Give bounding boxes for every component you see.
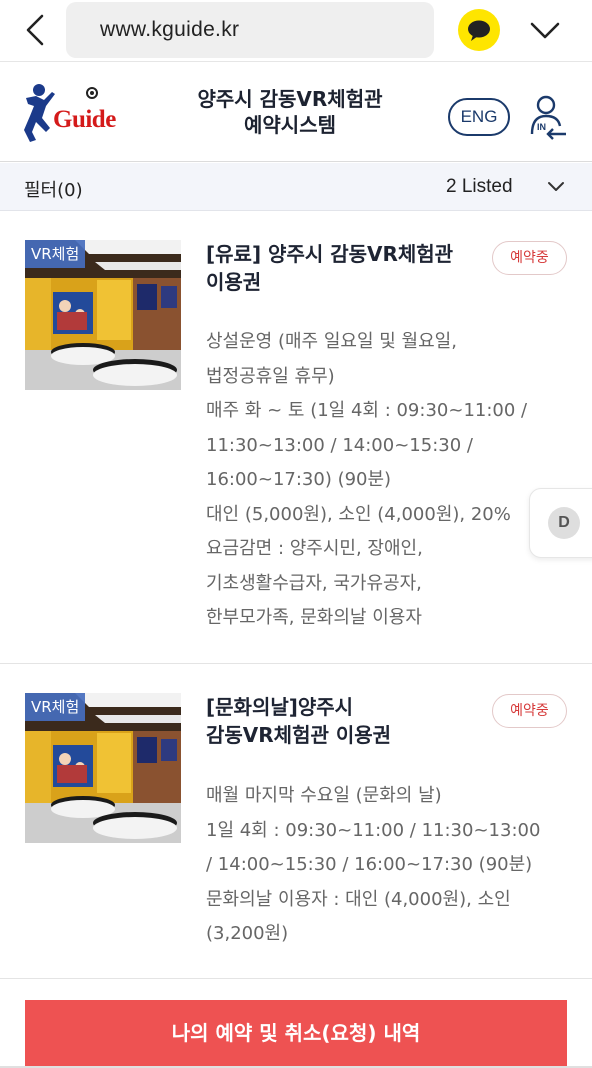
chevron-down-icon[interactable] (546, 179, 566, 195)
status-badge: 예약중 (492, 241, 567, 275)
description-line: 16:00~17:30) (90분) (206, 469, 392, 490)
page-title: 양주시 감동VR체험관 예약시스템 (150, 86, 430, 138)
description-line: 문화의날 이용자 : 대인 (4,000원), 소인 (206, 888, 511, 910)
description-line: 요금감면 : 양주시민, 장애인, (206, 538, 423, 559)
description-line: 1일 4회 : 09:30~11:00 / 11:30~13:00 (206, 819, 541, 841)
browser-bar: www.kguide.kr (0, 0, 592, 62)
my-reservations-button[interactable]: 나의 예약 및 취소(요청) 내역 (25, 1000, 567, 1066)
listing-title-line-1: [유료] 양주시 감동VR체험관 (206, 242, 454, 266)
url-text: www.kguide.kr (100, 18, 240, 41)
listing-title[interactable]: [유료] 양주시 감동VR체험관 이용권 (206, 240, 486, 296)
app-header: Guide 양주시 감동VR체험관 예약시스템 ENG IN (0, 62, 592, 162)
page-title-line-2: 예약시스템 (244, 113, 336, 137)
status-badge: 예약중 (492, 694, 567, 728)
description-line: 11:30~13:00 / 14:00~15:30 / (206, 434, 473, 456)
description-line: 기초생활수급자, 국가유공자, (206, 572, 422, 594)
category-badge: VR체험 (25, 240, 86, 268)
filter-bar: 필터(0) 2 Listed (0, 163, 592, 211)
page-title-line-1: 양주시 감동VR체험관 (197, 87, 383, 111)
side-tab-label: D (548, 507, 580, 539)
chevron-left-icon[interactable] (20, 12, 52, 48)
login-icon[interactable]: IN (528, 94, 570, 140)
description-line: / 14:00~15:30 / 16:00~17:30 (90분) (206, 854, 533, 875)
description-line: 매주 화 ~ 토 (1일 4회 : 09:30~11:00 / (206, 400, 528, 421)
chevron-down-icon[interactable] (528, 14, 562, 46)
listing-title-line-2: 감동VR체험관 이용권 (206, 723, 392, 747)
listing-thumbnail[interactable]: VR체험 (25, 240, 181, 390)
listing-thumbnail[interactable]: VR체험 (25, 693, 181, 843)
kguide-logo[interactable]: Guide (22, 82, 126, 144)
listing-title-line-1: [문화의날]양주시 (206, 695, 354, 719)
description-line: 매월 마지막 수요일 (문화의 날) (206, 785, 442, 806)
listing-title[interactable]: [문화의날]양주시 감동VR체험관 이용권 (206, 693, 486, 749)
listing-description: 상설운영 (매주 일요일 및 월요일, 법정공휴일 휴무) 매주 화 ~ 토 (… (206, 325, 546, 636)
listing-card[interactable]: VR체험 [유료] 양주시 감동VR체험관 이용권 예약중 상설운영 (매주 일… (0, 212, 592, 664)
floating-side-tab[interactable]: D (529, 488, 592, 558)
language-button[interactable]: ENG (448, 98, 510, 136)
listed-count[interactable]: 2 Listed (446, 176, 513, 198)
address-bar[interactable]: www.kguide.kr (66, 2, 434, 58)
speech-bubble-icon[interactable] (458, 9, 500, 51)
logo-text: Guide (53, 106, 116, 133)
bottom-cta-area: 나의 예약 및 취소(요청) 내역 (0, 980, 592, 1068)
login-icon-label: IN (537, 122, 546, 132)
description-line: 한부모가족, 문화의날 이용자 (206, 607, 422, 628)
listing-title-line-2: 이용권 (206, 270, 262, 294)
category-badge: VR체험 (25, 693, 86, 721)
listing-card[interactable]: VR체험 [문화의날]양주시 감동VR체험관 이용권 예약중 매월 마지막 수요… (0, 665, 592, 979)
description-line: 법정공휴일 휴무) (206, 365, 335, 387)
filter-button[interactable]: 필터(0) (24, 176, 83, 202)
description-line: 상설운영 (매주 일요일 및 월요일, (206, 331, 457, 352)
description-line: 대인 (5,000원), 소인 (4,000원), 20% (206, 503, 511, 525)
listing-description: 매월 마지막 수요일 (문화의 날) 1일 4회 : 09:30~11:00 /… (206, 779, 546, 952)
description-line: (3,200원) (206, 923, 289, 944)
